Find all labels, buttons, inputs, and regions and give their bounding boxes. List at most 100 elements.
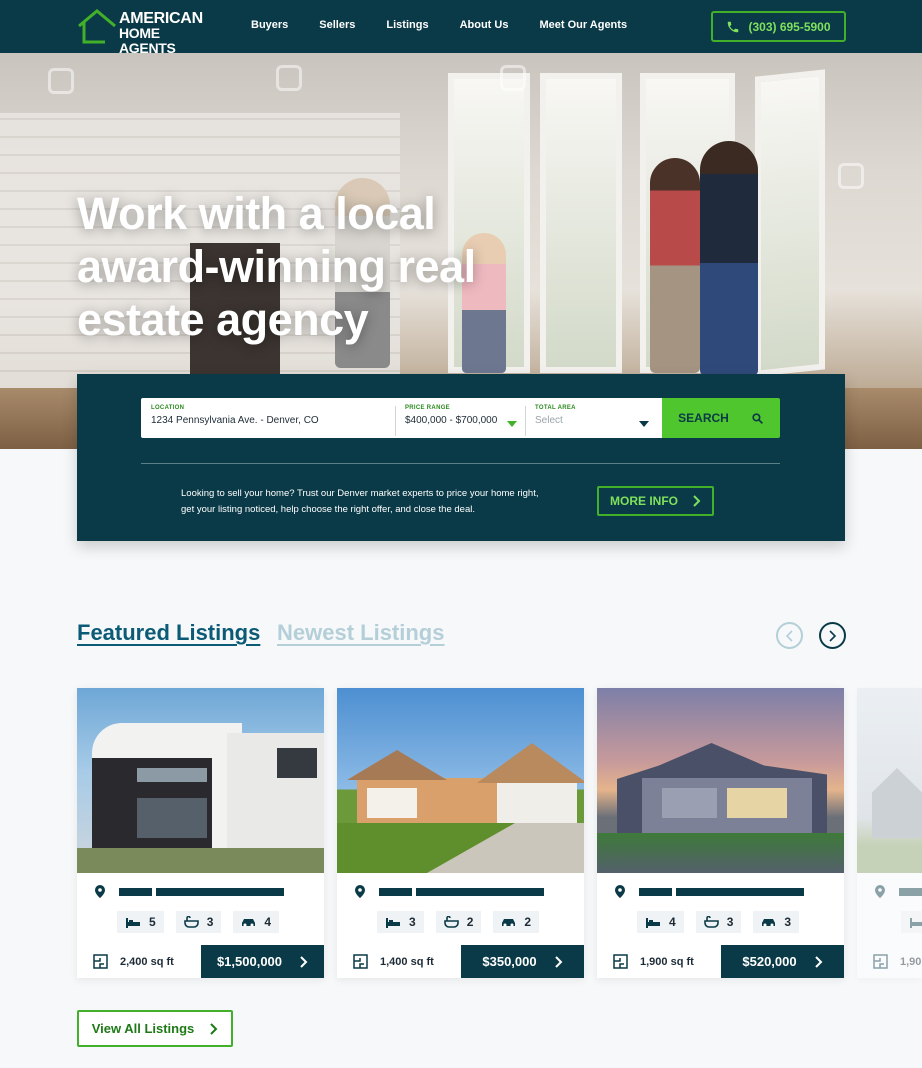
hero-man <box>700 141 758 376</box>
car-icon <box>502 919 516 927</box>
logo-line1: AMERICAN <box>119 10 203 27</box>
listing-card-partial[interactable]: 1,90 <box>857 688 922 978</box>
listing-card[interactable]: 5 3 4 2,400 sq ft $1,500,000 <box>77 688 324 978</box>
price-button[interactable]: $350,000 <box>461 945 584 978</box>
address-placeholder-bar <box>416 887 544 896</box>
price-button[interactable]: $1,500,000 <box>201 945 324 978</box>
bed-icon <box>910 917 922 928</box>
search-button-label: SEARCH <box>678 411 729 425</box>
listing-address <box>615 885 804 898</box>
garage-badge: 4 <box>233 911 280 933</box>
search-bar: LOCATION 1234 Pennsylvania Ave. - Denver… <box>141 398 662 438</box>
location-label: LOCATION <box>151 405 185 411</box>
beds-badge: 4 <box>637 911 684 933</box>
phone-button[interactable]: (303) 695-5900 <box>711 11 846 42</box>
floorplan-icon <box>353 954 368 969</box>
chevron-down-icon <box>507 421 517 427</box>
bed-icon <box>126 917 140 928</box>
floorplan-icon <box>93 954 108 969</box>
listing-footer: 2,400 sq ft $1,500,000 <box>77 945 324 978</box>
chevron-down-icon <box>639 421 649 427</box>
carousel-next-button[interactable] <box>819 622 846 649</box>
location-field[interactable]: LOCATION 1234 Pennsylvania Ave. - Denver… <box>141 398 395 438</box>
baths-badge: 3 <box>175 911 222 933</box>
phone-number: (303) 695-5900 <box>748 19 831 34</box>
price-value: $1,500,000 <box>216 954 283 969</box>
bed-icon <box>386 917 400 928</box>
price-value: $520,000 <box>742 954 797 969</box>
sqft-value: 1,900 sq ft <box>640 955 694 968</box>
listing-footer: 1,900 sq ft $520,000 <box>597 945 844 978</box>
tab-featured-listings[interactable]: Featured Listings <box>77 620 260 646</box>
baths-badge: 3 <box>695 911 742 933</box>
listing-footer: 1,400 sq ft $350,000 <box>337 945 584 978</box>
listing-photo[interactable] <box>337 688 584 873</box>
beds-count: 5 <box>149 915 156 929</box>
nav-link-about-us[interactable]: About Us <box>460 19 509 31</box>
hero-title: Work with a local award-winning real est… <box>77 188 476 345</box>
address-placeholder-bar <box>639 887 672 896</box>
listing-features: 5 3 4 <box>117 911 280 933</box>
total-area-select[interactable]: TOTAL AREA Select <box>525 398 662 438</box>
chevron-right-icon <box>693 495 701 507</box>
watermark-icon <box>48 68 74 94</box>
map-pin-icon <box>95 885 105 898</box>
price-range-label: PRICE RANGE <box>405 405 450 411</box>
nav-link-meet-our-agents[interactable]: Meet Our Agents <box>539 19 627 31</box>
listing-features: 4 3 3 <box>637 911 800 933</box>
phone-icon <box>728 21 739 32</box>
watermark-icon <box>500 65 526 91</box>
bed-icon <box>646 917 660 928</box>
listing-card[interactable]: 3 2 2 1,400 sq ft $350,000 <box>337 688 584 978</box>
garage-count: 4 <box>264 915 272 929</box>
search-button[interactable]: SEARCH <box>662 398 780 438</box>
map-pin-icon <box>875 885 885 898</box>
chevron-right-icon <box>829 629 837 642</box>
baths-count: 3 <box>206 915 214 929</box>
listing-sqft: 1,900 sq ft <box>613 945 694 978</box>
map-pin-icon <box>355 885 365 898</box>
hero-door <box>755 69 825 377</box>
sqft-value: 2,400 sq ft <box>120 955 174 968</box>
price-value: $350,000 <box>482 954 537 969</box>
carousel-prev-button[interactable] <box>776 622 803 649</box>
floorplan-icon <box>873 954 888 969</box>
price-button[interactable]: $520,000 <box>721 945 844 978</box>
garage-badge: 2 <box>493 911 540 933</box>
listing-features <box>901 911 922 933</box>
more-info-label: MORE INFO <box>610 494 678 508</box>
listing-address <box>875 885 922 898</box>
listing-photo[interactable] <box>857 688 922 873</box>
listing-card[interactable]: 4 3 3 1,900 sq ft $520,000 <box>597 688 844 978</box>
baths-badge: 2 <box>435 911 482 933</box>
sell-promo-text: Looking to sell your home? Trust our Den… <box>181 488 539 515</box>
more-info-button[interactable]: MORE INFO <box>597 486 714 516</box>
tab-newest-listings[interactable]: Newest Listings <box>277 620 444 646</box>
watermark-icon <box>276 65 302 91</box>
nav-link-buyers[interactable]: Buyers <box>251 19 288 31</box>
garage-count: 3 <box>784 915 792 929</box>
beds-count: 3 <box>409 915 416 929</box>
nav-link-listings[interactable]: Listings <box>386 19 428 31</box>
baths-count: 3 <box>726 915 734 929</box>
listing-photo[interactable] <box>77 688 324 873</box>
watermark-icon <box>838 163 864 189</box>
view-all-listings-button[interactable]: View All Listings <box>77 1010 233 1047</box>
address-placeholder-bar <box>156 887 284 896</box>
beds-badge <box>901 911 922 933</box>
logo[interactable]: AMERICAN HOME AGENTS <box>77 8 217 58</box>
hero-window <box>540 73 622 373</box>
nav-link-sellers[interactable]: Sellers <box>319 19 355 31</box>
listing-address <box>355 885 544 898</box>
total-area-value: Select <box>535 415 563 426</box>
baths-count: 2 <box>466 915 474 929</box>
bathtub-icon <box>443 916 459 928</box>
hero-woman <box>650 158 700 373</box>
bathtub-icon <box>183 916 199 928</box>
listing-sqft: 1,400 sq ft <box>353 945 434 978</box>
map-pin-icon <box>615 885 625 898</box>
price-range-select[interactable]: PRICE RANGE $400,000 - $700,000 <box>395 398 525 438</box>
address-placeholder-bar <box>676 887 804 896</box>
listing-photo[interactable] <box>597 688 844 873</box>
sqft-value: 1,90 <box>900 955 922 968</box>
